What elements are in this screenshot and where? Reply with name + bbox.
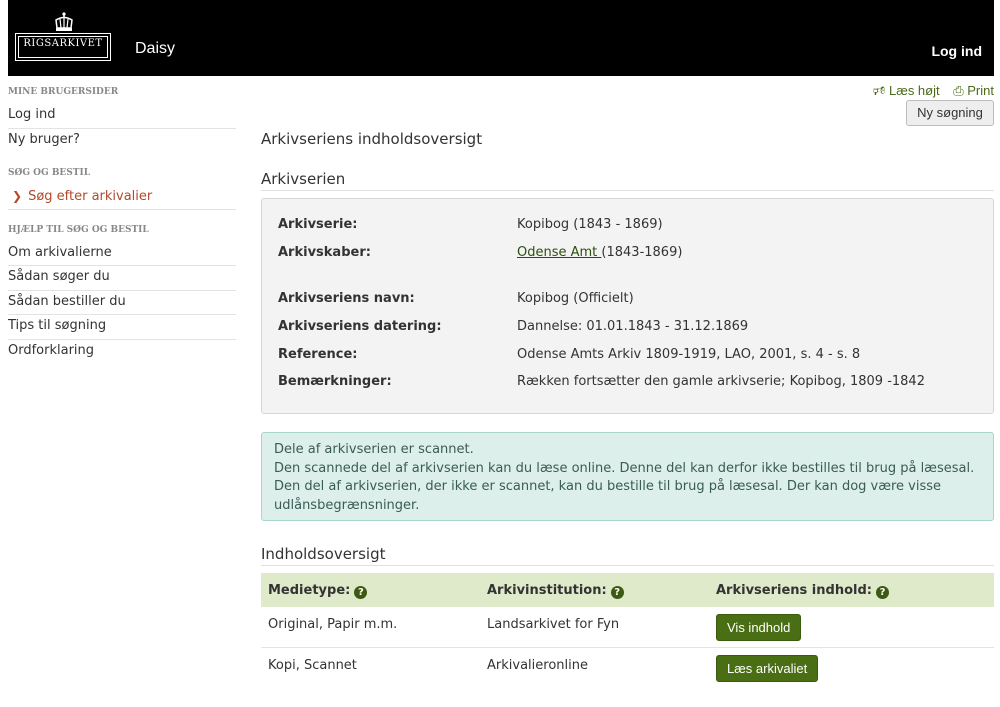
chevron-right-icon: ❯ (12, 189, 23, 203)
help-icon[interactable]: ? (354, 586, 368, 599)
read-aloud-link[interactable]: 🕫 Læs højt (873, 83, 940, 98)
media-type-cell: Original, Papir m.m. (268, 617, 398, 632)
table-header: Medietype:? Arkivinstitution:? Arkivseri… (261, 573, 994, 607)
sidebar-heading-help: HJÆLP TIL SØG OG BESTIL (8, 224, 149, 235)
help-icon[interactable]: ? (875, 586, 889, 599)
institution-cell: Landsarkivet for Fyn (487, 617, 620, 632)
sidebar-item-about-records[interactable]: Om arkivalierne (8, 242, 236, 266)
header-login-link[interactable]: Log ind (931, 43, 982, 59)
scan-info-alert: Dele af arkivserien er scannet. Den scan… (261, 432, 994, 521)
sidebar-item-glossary[interactable]: Ordforklaring (8, 340, 236, 365)
series-label: Arkivserie: (278, 217, 358, 232)
header-series-content: Arkivseriens indhold:? (716, 583, 889, 599)
creator-value: Odense Amt (1843-1869) (517, 245, 682, 260)
toc-title: Indholdsoversigt (261, 545, 994, 566)
media-type-cell: Kopi, Scannet (268, 658, 357, 673)
view-content-button[interactable]: Vis indhold (716, 614, 802, 641)
sidebar: MINE BRUGERSIDER Log ind Ny bruger? SØG … (8, 80, 236, 364)
institution-cell: Arkivalieronline (487, 658, 588, 673)
creator-years: (1843-1869) (601, 245, 683, 260)
reference-value: Odense Amts Arkiv 1809-1919, LAO, 2001, … (517, 347, 861, 362)
table-row: Original, Papir m.m. Landsarkivet for Fy… (261, 607, 994, 648)
creator-label: Arkivskaber: (278, 245, 371, 260)
page-title: Arkivseriens indholdsoversigt (261, 130, 483, 148)
main-content: Arkivseriens indholdsoversigt Arkivserie… (261, 130, 994, 191)
sidebar-item-search-records[interactable]: ❯ Søg efter arkivalier (8, 185, 236, 210)
alert-line-2: Den scannede del af arkivserien kan du l… (274, 460, 975, 513)
content-table: Medietype:? Arkivinstitution:? Arkivseri… (261, 573, 994, 689)
alert-line-1: Dele af arkivserien er scannet. (274, 442, 474, 457)
remarks-value: Rækken fortsætter den gamle arkivserie; … (517, 374, 925, 389)
read-record-button[interactable]: Læs arkivaliet (716, 655, 819, 682)
dating-label: Arkivseriens datering: (278, 319, 442, 334)
sidebar-item-how-to-order[interactable]: Sådan bestiller du (8, 291, 236, 315)
new-search-button[interactable]: Ny søgning (906, 100, 994, 126)
dating-value: Dannelse: 01.01.1843 - 31.12.1869 (517, 319, 749, 334)
site-header: RIGSARKIVET Daisy Log ind (8, 0, 994, 76)
series-name-value: Kopibog (Officielt) (517, 291, 634, 306)
sidebar-item-search-tips[interactable]: Tips til søgning (8, 315, 236, 340)
sidebar-item-new-user[interactable]: Ny bruger? (8, 129, 236, 154)
reference-label: Reference: (278, 347, 358, 362)
section-title-archive-series: Arkivserien (261, 170, 994, 191)
printer-icon: ⎙ (953, 83, 964, 98)
help-icon[interactable]: ? (610, 586, 624, 599)
header-media-type: Medietype:? (268, 583, 368, 599)
series-info-box: Arkivserie: Kopibog (1843 - 1869) Arkivs… (261, 198, 994, 414)
sidebar-item-how-to-search[interactable]: Sådan søger du (8, 266, 236, 291)
megaphone-icon: 🕫 (872, 83, 886, 98)
logo-text: RIGSARKIVET (23, 38, 103, 49)
crown-icon (55, 12, 73, 31)
sidebar-heading-search-order: SØG OG BESTIL (8, 168, 91, 178)
sidebar-item-label: Søg efter arkivalier (28, 189, 153, 204)
remarks-label: Bemærkninger: (278, 374, 392, 389)
creator-link[interactable]: Odense Amt (517, 245, 601, 260)
rigsarkivet-logo[interactable]: RIGSARKIVET (15, 12, 111, 61)
sidebar-heading-my-pages: MINE BRUGERSIDER (8, 87, 119, 97)
app-name: Daisy (135, 40, 176, 57)
sidebar-item-login[interactable]: Log ind (8, 104, 236, 129)
series-name-label: Arkivseriens navn: (278, 291, 415, 306)
header-institution: Arkivinstitution:? (487, 583, 624, 599)
table-row: Kopi, Scannet Arkivalieronline Læs arkiv… (261, 648, 994, 689)
series-value: Kopibog (1843 - 1869) (517, 217, 663, 232)
print-link[interactable]: ⎙ Print (953, 83, 994, 98)
